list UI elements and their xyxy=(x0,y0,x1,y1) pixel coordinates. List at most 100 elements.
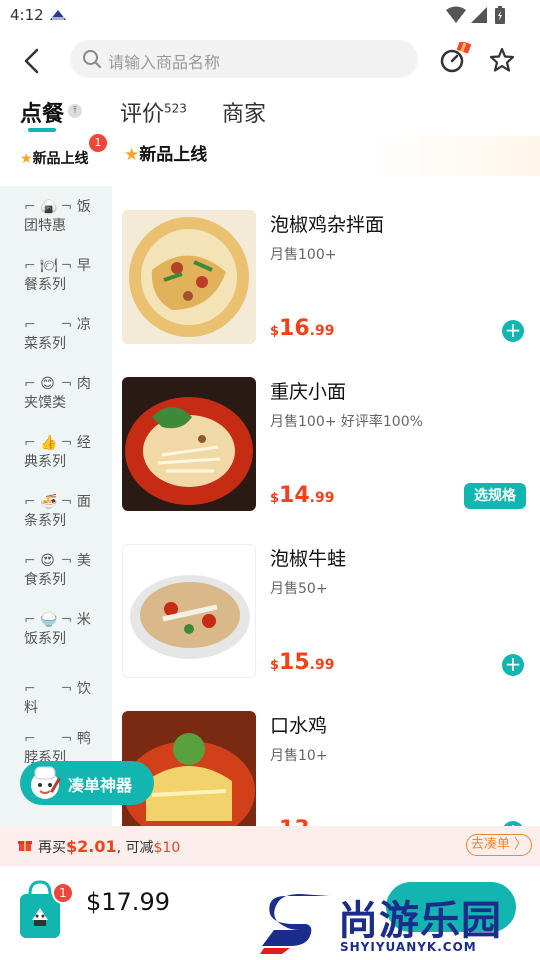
promo-text: 再买$2.01, 可减$10 xyxy=(38,837,181,856)
product-price: $13 xyxy=(270,817,310,826)
sidebar-item-category[interactable]: ⌐ 😍 ¬ 美食系列 xyxy=(24,552,102,590)
order-helper-label: 凑单神器 xyxy=(68,776,133,795)
site-watermark: 尚游乐园 SHYIYUANYK.COM xyxy=(258,882,540,960)
rice-bowl-icon: 🍚 xyxy=(40,612,58,628)
signal-icon xyxy=(471,7,487,23)
tab-reviews[interactable]: 评价523 xyxy=(120,96,187,128)
watermark-url: SHYIYUANYK.COM xyxy=(340,940,477,954)
bracket-icon: ⌐ xyxy=(24,435,41,451)
clock-gift-icon[interactable] xyxy=(438,42,472,76)
status-bar: 4:12 xyxy=(0,0,540,32)
app-notification-icon xyxy=(50,10,66,20)
search-icon xyxy=(83,50,101,68)
bracket-icon: ¬ xyxy=(56,494,77,510)
heart-face-icon: 😍 xyxy=(40,553,55,569)
category-sidebar: ★新品上线 1 ⌐ 🍙 ¬ 饭团特惠 ⌐ 🍽 ¬ 早餐系列 ⌐ ¬ 凉菜系列 ⌐ 😊 … xyxy=(0,134,112,830)
cart-badge: 1 xyxy=(52,882,74,904)
star-icon: ★ xyxy=(20,151,33,167)
bracket-icon: ¬ xyxy=(56,553,77,569)
watermark-text: 尚游乐园 xyxy=(338,898,502,944)
promo-banner: 再买$2.01, 可减$10 去凑单 〉 xyxy=(0,826,540,866)
sidebar-item-category[interactable]: ⌐ 🍜 ¬ 面条系列 xyxy=(24,493,102,531)
bracket-icon: ⌐ xyxy=(24,376,41,392)
bracket-icon: ¬ xyxy=(56,731,77,747)
chef-mascot-icon xyxy=(31,766,61,799)
product-image[interactable] xyxy=(122,210,256,344)
rice-ball-icon: 🍙 xyxy=(40,199,58,215)
product-name: 泡椒鸡杂拌面 xyxy=(270,214,385,236)
favorite-star-icon[interactable] xyxy=(488,46,516,74)
bracket-icon: ⌐ xyxy=(24,681,41,697)
review-count: 523 xyxy=(164,101,187,116)
bracket-icon: ¬ xyxy=(56,258,77,274)
sidebar-item-category[interactable]: ⌐ 🍙 ¬ 饭团特惠 xyxy=(24,198,102,236)
bracket-icon: ¬ xyxy=(56,435,77,451)
pin-top-icon[interactable]: ⤒ xyxy=(68,104,82,118)
star-icon: ★ xyxy=(124,145,140,165)
tab-bar: 点餐 ⤒ 评价523 商家 xyxy=(0,92,540,136)
top-header: 请输入商品名称 xyxy=(0,38,540,82)
bracket-icon: ¬ xyxy=(56,612,77,628)
product-item[interactable]: 口水鸡 月售10+ $13 + xyxy=(112,711,540,826)
noodle-bowl-icon: 🍜 xyxy=(40,494,58,510)
battery-icon xyxy=(495,6,505,24)
sidebar-item-category[interactable]: ⌐ 😊 ¬ 肉夹馍类 xyxy=(24,375,102,413)
thumb-up-icon: 👍 xyxy=(40,435,58,451)
add-to-cart-button[interactable]: + xyxy=(502,654,524,676)
bracket-icon: ⌐ xyxy=(24,317,41,333)
product-price: $14.99 xyxy=(270,483,335,508)
product-image[interactable] xyxy=(122,377,256,511)
section-header: ★新品上线 xyxy=(112,136,540,176)
bracket-icon: ⌐ xyxy=(24,199,41,215)
order-helper-button[interactable]: 凑单神器 xyxy=(20,761,154,805)
gift-icon xyxy=(18,841,32,851)
bracket-icon: ¬ xyxy=(56,317,77,333)
status-time: 4:12 xyxy=(10,6,44,24)
select-spec-button[interactable]: 选规格 xyxy=(464,483,526,509)
go-add-items-button[interactable]: 去凑单 〉 xyxy=(466,834,532,856)
section-title: ★新品上线 xyxy=(124,145,208,165)
product-item[interactable]: 重庆小面 月售100+ 好评率100% $14.99 选规格 xyxy=(112,377,540,527)
sidebar-badge: 1 xyxy=(89,134,107,152)
bracket-icon: ¬ xyxy=(56,681,77,697)
add-to-cart-button[interactable]: + xyxy=(502,320,524,342)
sidebar-item-category[interactable]: ⌐ ¬ 凉菜系列 xyxy=(24,316,102,354)
product-name: 泡椒牛蛙 xyxy=(270,548,347,570)
product-price: $15.99 xyxy=(270,650,335,675)
bracket-icon: ⌐ xyxy=(24,258,41,274)
tab-merchant[interactable]: 商家 xyxy=(222,96,266,128)
bracket-icon: ¬ xyxy=(56,199,77,215)
bracket-icon: ⌐ xyxy=(24,553,41,569)
sidebar-item-new[interactable]: ★新品上线 1 xyxy=(0,134,112,186)
tab-reviews-label: 评价 xyxy=(120,102,165,127)
product-item[interactable]: 泡椒牛蛙 月售50+ $15.99 + xyxy=(112,544,540,694)
bracket-icon: ⌐ xyxy=(24,731,41,747)
plate-icon: 🍽 xyxy=(40,258,58,274)
sidebar-item-new-label: ★新品上线 xyxy=(20,151,89,167)
bracket-icon: ⌐ xyxy=(24,612,41,628)
sidebar-item-category[interactable]: ⌐ ¬ 饮料 xyxy=(24,680,102,718)
active-tab-indicator xyxy=(28,128,56,132)
product-sales: 月售50+ xyxy=(270,581,328,597)
product-sales: 月售100+ 好评率100% xyxy=(270,414,423,430)
product-item[interactable]: 泡椒鸡杂拌面 月售100+ $16.99 + xyxy=(112,210,540,360)
wifi-icon xyxy=(446,6,466,23)
sidebar-item-category[interactable]: ⌐ 🍽 ¬ 早餐系列 xyxy=(24,257,102,295)
product-name: 重庆小面 xyxy=(270,381,347,403)
product-sales: 月售10+ xyxy=(270,748,328,764)
cart-button[interactable]: 1 xyxy=(16,876,74,940)
product-image[interactable] xyxy=(122,544,256,678)
product-sales: 月售100+ xyxy=(270,247,337,263)
sidebar-item-category[interactable]: ⌐ 🍚 ¬ 米饭系列 xyxy=(24,611,102,649)
watermark-logo-icon xyxy=(260,894,330,954)
cart-total: $17.99 xyxy=(86,888,170,916)
tab-order[interactable]: 点餐 xyxy=(20,96,64,128)
product-name: 口水鸡 xyxy=(270,715,328,737)
smile-icon: 😊 xyxy=(40,376,55,392)
back-arrow-icon[interactable] xyxy=(18,46,48,76)
sidebar-item-category[interactable]: ⌐ 👍 ¬ 经典系列 xyxy=(24,434,102,472)
product-price: $16.99 xyxy=(270,316,335,341)
bracket-icon: ¬ xyxy=(56,376,77,392)
search-input[interactable]: 请输入商品名称 xyxy=(70,40,418,78)
bracket-icon: ⌐ xyxy=(24,494,41,510)
